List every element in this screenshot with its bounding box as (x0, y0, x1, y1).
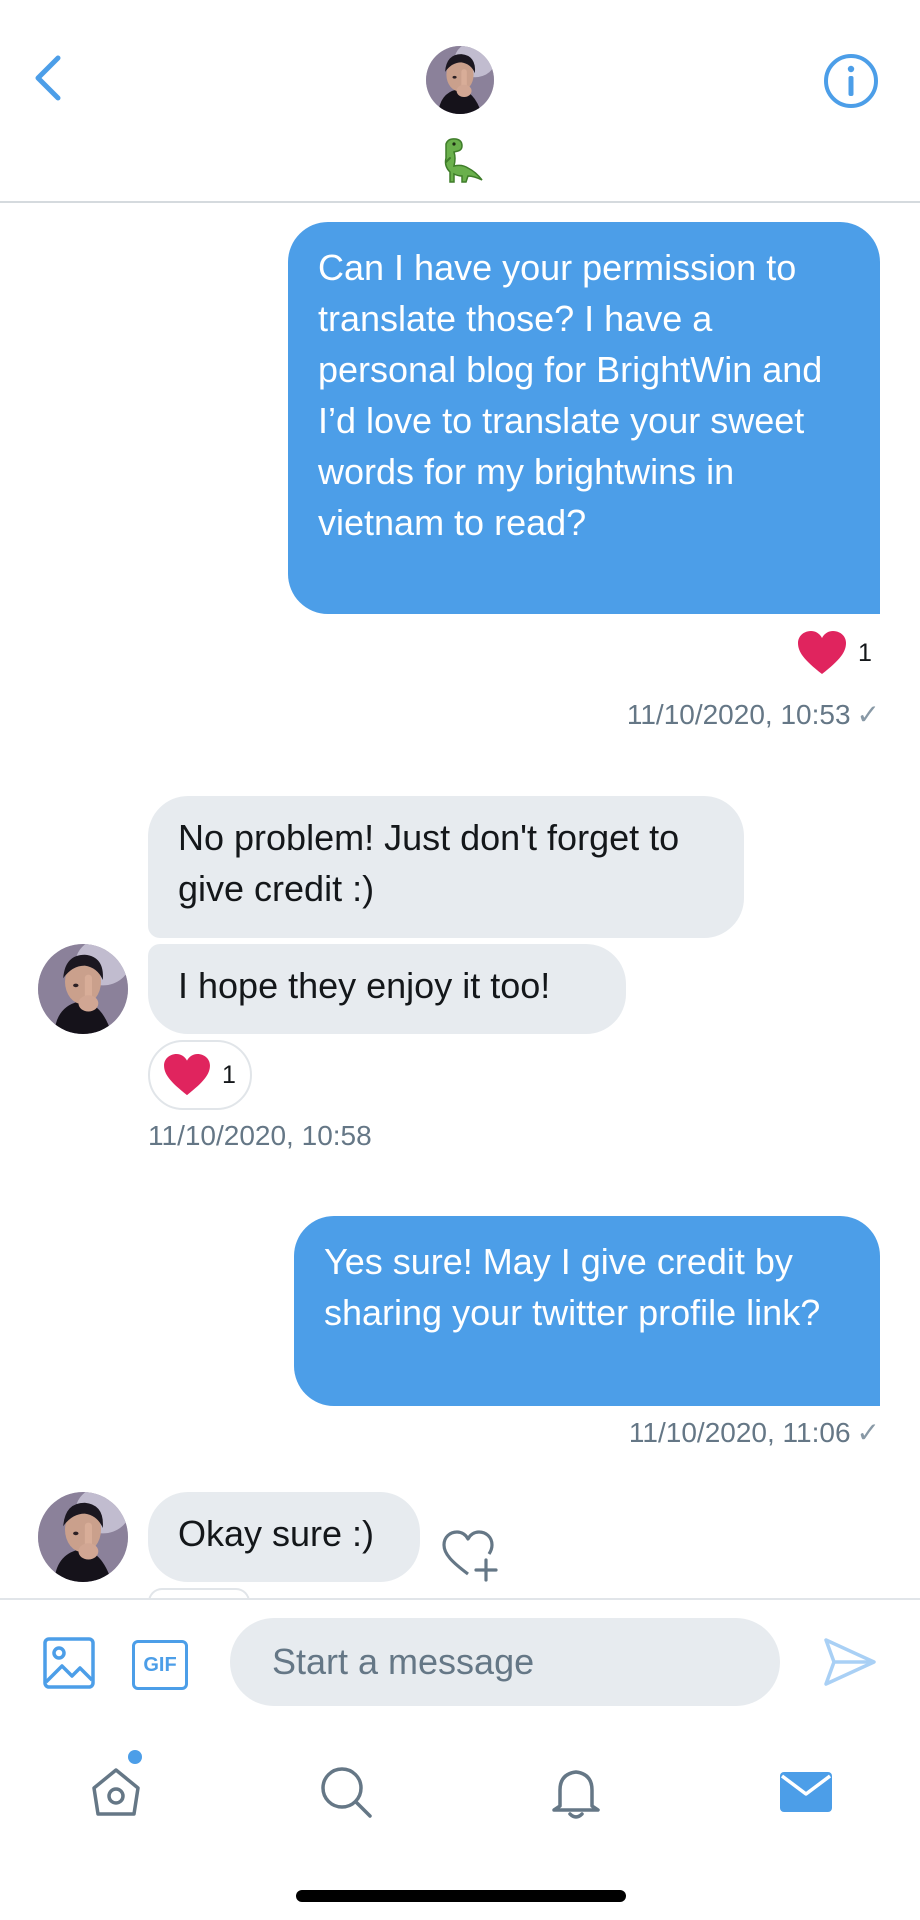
send-icon (824, 1638, 876, 1686)
message-text: Can I have your permission to translate … (318, 247, 823, 543)
message-timestamp: 11/10/2020, 10:53 ✓ (626, 699, 880, 730)
message-text: I hope they enjoy it too! (178, 965, 551, 1006)
message-text: No problem! Just don't forget to give cr… (178, 817, 680, 909)
reaction-heart[interactable]: 1 (796, 630, 872, 676)
add-reaction-button[interactable] (440, 1526, 500, 1584)
image-icon (43, 1637, 95, 1689)
message-timestamp: 11/10/2020, 11:06 ✓ (628, 1417, 880, 1448)
message-composer: GIF (0, 1598, 920, 1720)
reaction-count: 1 (222, 1060, 236, 1089)
back-button[interactable] (28, 50, 68, 106)
gif-button[interactable]: GIF (132, 1640, 188, 1690)
message-bubble-incoming[interactable]: I hope they enjoy it too! (148, 944, 626, 1034)
home-indicator[interactable] (296, 1890, 626, 1902)
heart-icon (798, 631, 846, 674)
tab-messages[interactable] (776, 1762, 836, 1822)
info-circle-icon (824, 54, 878, 108)
contact-avatar[interactable] (426, 46, 494, 114)
message-text: Okay sure :) (178, 1513, 375, 1554)
t-rex-emoji[interactable] (432, 136, 488, 184)
tab-home[interactable] (86, 1762, 146, 1822)
gif-label: GIF (143, 1653, 177, 1676)
notification-dot (128, 1750, 142, 1764)
message-input[interactable] (230, 1618, 780, 1706)
message-bubble-outgoing[interactable]: Yes sure! May I give credit by sharing y… (294, 1216, 880, 1406)
send-button[interactable] (822, 1636, 878, 1688)
mail-icon (780, 1772, 832, 1812)
contact-avatar[interactable] (38, 944, 128, 1034)
sent-check-icon: ✓ (856, 699, 880, 730)
message-bubble-outgoing[interactable]: Can I have your permission to translate … (288, 222, 880, 614)
search-icon (321, 1767, 372, 1818)
sent-check-icon: ✓ (856, 1417, 880, 1448)
reaction-heart[interactable]: 1 (148, 1040, 252, 1110)
bell-icon (552, 1770, 600, 1819)
info-button[interactable] (822, 52, 880, 110)
media-button[interactable] (42, 1636, 96, 1690)
message-bubble-incoming[interactable]: No problem! Just don't forget to give cr… (148, 796, 744, 938)
contact-avatar[interactable] (38, 1492, 128, 1582)
message-bubble-incoming[interactable]: Okay sure :) (148, 1492, 420, 1582)
bottom-tab-bar (0, 1720, 920, 1920)
chevron-left-icon (35, 55, 61, 101)
message-text: Yes sure! May I give credit by sharing y… (324, 1241, 821, 1333)
tab-search[interactable] (316, 1762, 376, 1822)
home-icon (92, 1768, 140, 1816)
message-timestamp: 11/10/2020, 10:58 (148, 1120, 372, 1151)
reaction-count: 1 (858, 638, 872, 667)
heart-plus-icon (442, 1530, 498, 1582)
heart-icon (164, 1053, 210, 1096)
tab-notifications[interactable] (546, 1762, 606, 1822)
conversation-header (0, 0, 920, 203)
